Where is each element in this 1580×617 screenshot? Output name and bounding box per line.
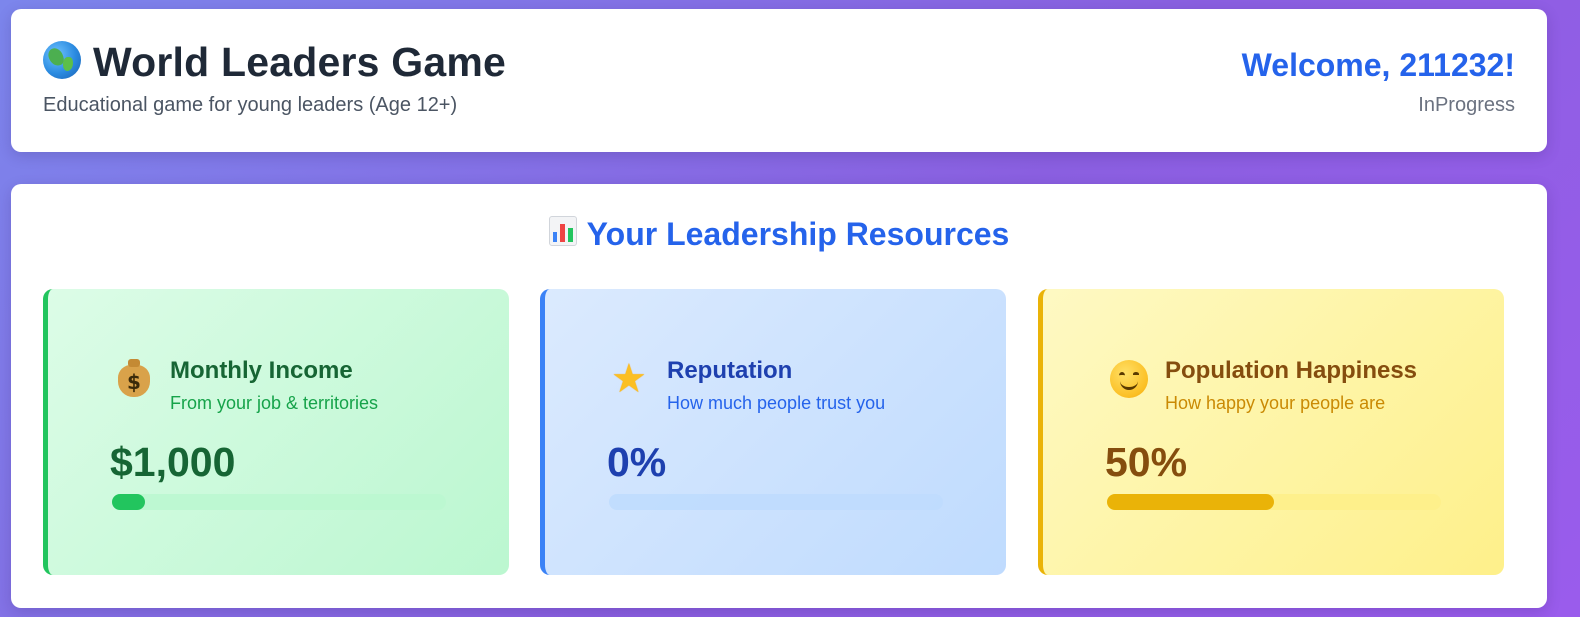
game-status: InProgress (1418, 94, 1515, 116)
app-title: World Leaders Game (93, 39, 506, 85)
income-progress-bar (112, 494, 446, 510)
reputation-title: Reputation (667, 357, 793, 384)
reputation-card: ★ Reputation How much people trust you 0… (540, 289, 1006, 575)
resources-panel: Your Leadership Resources Monthly Income… (11, 184, 1547, 608)
resources-title: Your Leadership Resources (586, 216, 1010, 252)
star-icon: ★ (611, 356, 647, 402)
resources-heading: Your Leadership Resources (11, 215, 1547, 253)
happiness-description: How happy your people are (1165, 393, 1386, 413)
income-progress-fill (112, 494, 146, 510)
reputation-value: 0% (607, 439, 667, 485)
globe-icon (43, 40, 81, 79)
app-header: World Leaders Game Educational game for … (11, 9, 1547, 152)
bar-chart-icon (548, 215, 577, 246)
user-info: Welcome, 211232! InProgress (1242, 47, 1515, 117)
income-value: $1,000 (110, 439, 236, 485)
happiness-progress-bar (1107, 494, 1441, 510)
income-title: Monthly Income (170, 357, 353, 384)
header-branding: World Leaders Game Educational game for … (43, 39, 506, 117)
money-bag-icon (114, 359, 156, 401)
happiness-card: Population Happiness How happy your peop… (1038, 289, 1504, 575)
welcome-message: Welcome, 211232! (1241, 47, 1515, 83)
reputation-card-header: ★ Reputation How much people trust you (611, 357, 885, 414)
happiness-value: 50% (1105, 439, 1188, 485)
happiness-card-header: Population Happiness How happy your peop… (1109, 357, 1417, 414)
income-card-header: Monthly Income From your job & territori… (114, 357, 378, 414)
app-subtitle: Educational game for young leaders (Age … (43, 94, 458, 116)
income-description: From your job & territories (170, 393, 379, 413)
happiness-progress-fill (1107, 494, 1274, 510)
smiley-icon (1109, 359, 1151, 401)
reputation-description: How much people trust you (667, 393, 886, 413)
happiness-title: Population Happiness (1165, 357, 1418, 384)
income-card: Monthly Income From your job & territori… (43, 289, 509, 575)
reputation-progress-bar (609, 494, 943, 510)
title-row: World Leaders Game (43, 39, 506, 86)
